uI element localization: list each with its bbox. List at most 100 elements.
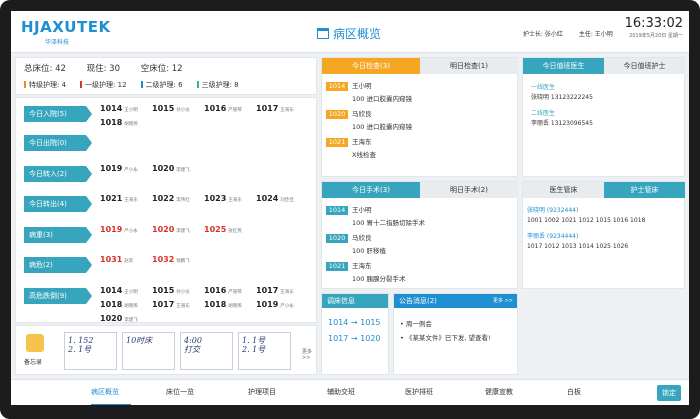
tab-tomorrow-exam[interactable]: 明日检查(1) — [420, 58, 518, 74]
event-tag[interactable]: 今日转出(4) — [24, 196, 92, 212]
bed-entry[interactable]: 1018 胡晓燕 — [204, 299, 256, 313]
lock-button[interactable]: 锁定 — [657, 385, 681, 401]
event-beds: 1031 赵欢 1032 钱鹏飞 — [100, 254, 320, 268]
nav-active-indicator — [91, 404, 131, 405]
ward-icon — [317, 28, 329, 39]
bed-entry[interactable]: 1021 王海东 — [100, 193, 152, 207]
memo-note[interactable]: 10时床 — [122, 332, 175, 370]
clock-date: 2019年5月20日 星期一 — [629, 33, 683, 39]
event-row: 病危(2) 1031 赵欢 1032 钱鹏飞 — [24, 255, 316, 273]
nav-ward-overview[interactable]: 病区概览 — [91, 387, 119, 397]
event-tag[interactable]: 今日入院(5) — [24, 106, 92, 122]
event-row: 今日转入(2) 1019 严小永 1020 李建飞 — [24, 163, 316, 182]
manager-group: 李丽丢 (9234444) 1017 1012 1013 1014 1025 10… — [527, 233, 629, 250]
bed-entry[interactable]: 1025 张红燕 — [204, 224, 256, 238]
memo-panel: 备忘录 1. 152 2. 1号 10时床 4:00 打交 1. 1号 2. 1… — [15, 325, 317, 375]
bed-entry[interactable]: 1019 严小永 — [256, 299, 308, 313]
nav-health-edu[interactable]: 健康宣教 — [485, 387, 513, 397]
tab-tomorrow-surgery[interactable]: 明日手术(2) — [420, 182, 518, 198]
nav-handover[interactable]: 辅助交班 — [327, 387, 355, 397]
transfer-title: 调床信息 — [322, 294, 388, 308]
bed-entry[interactable]: 1017 王海东 — [256, 103, 308, 117]
brand-sub: 华泽科技 — [45, 39, 70, 46]
memo-more-link[interactable]: 更多 >> — [302, 348, 316, 361]
tab-today-exam[interactable]: 今日检查(3) — [322, 58, 420, 74]
page-title-text: 病区概览 — [333, 27, 382, 41]
tab-doctor-beds[interactable]: 医生管床 — [523, 182, 604, 198]
check-row[interactable]: 1020 马欣良 100 进口胶囊内窥镜 — [326, 108, 515, 131]
tab-nurse-beds[interactable]: 护士管床 — [604, 182, 685, 198]
care-level: 特级护理: 4 — [24, 81, 66, 89]
bed-entry[interactable]: 1020 李建飞 — [152, 163, 204, 177]
bed-entry[interactable]: 1019 严小永 — [100, 163, 152, 177]
notice-item[interactable]: • 《某某文件》已下发, 望查看! — [400, 332, 491, 342]
bed-transfer-panel: 调床信息 1014 → 1015 1017 → 1020 — [321, 293, 389, 375]
event-tag[interactable]: 病重(3) — [24, 227, 92, 243]
event-beds: 1021 王海东 1022 李伟红 1023 王海东 1024 刘佳佳 — [100, 193, 320, 207]
nav-bed-list[interactable]: 床位一览 — [166, 387, 194, 397]
check-row[interactable]: 1021 王海东 X线检查 — [326, 136, 515, 159]
doctor-role: 一线医生 — [531, 84, 556, 91]
event-tag[interactable]: 高危跌倒(9) — [24, 288, 92, 304]
bed-manager-panel: 医生管床 护士管床 张晓明 (9232444) 1001 1002 1021 10… — [522, 181, 685, 289]
transfer-row[interactable]: 1014 → 1015 — [328, 318, 381, 327]
event-row: 今日转出(4) 1021 王海东 1022 李伟红 1023 王海东 1024 刘佳佳 — [24, 194, 316, 212]
transfer-row[interactable]: 1017 → 1020 — [328, 334, 381, 343]
bed-entry[interactable]: 1020 李建飞 — [152, 224, 204, 238]
clock-time: 16:33:02 — [624, 16, 683, 31]
event-tag[interactable]: 今日出院(0) — [24, 135, 92, 151]
tab-duty-nurse[interactable]: 今日值班护士 — [604, 58, 685, 74]
bed-entry[interactable]: 1016 严丽琴 — [204, 103, 256, 117]
memo-note[interactable]: 1. 1号 2. 1号 — [238, 332, 291, 370]
bed-entry[interactable]: 1031 赵欢 — [100, 254, 152, 268]
director: 主任: 王小明 — [578, 31, 613, 38]
staff-info: 护士长: 张小红 主任: 王小明 — [523, 29, 627, 38]
memo-note[interactable]: 1. 152 2. 1号 — [64, 332, 117, 370]
memo-icon[interactable] — [26, 334, 44, 352]
tab-today-surgery[interactable]: 今日手术(3) — [322, 182, 420, 198]
event-tag[interactable]: 今日转入(2) — [24, 166, 92, 182]
event-row: 高危跌倒(9) 1014 王小明 1015 孙小龙 1016 严丽琴 1017 王海东1018 胡… — [24, 285, 316, 323]
bed-entry[interactable]: 1024 刘佳佳 — [256, 193, 308, 207]
bed-entry[interactable]: 1017 王海东 — [152, 299, 204, 313]
memo-note[interactable]: 4:00 打交 — [180, 332, 233, 370]
event-beds: 1014 王小明 1015 孙小龙 1016 严丽琴 1017 王海东 1018 胡晓燕 — [100, 103, 320, 131]
memo-label: 备忘录 — [24, 359, 43, 366]
event-tag[interactable]: 病危(2) — [24, 257, 92, 273]
bed-entry[interactable]: 1017 王海东 — [256, 285, 308, 299]
nav-schedule[interactable]: 医护排班 — [405, 387, 433, 397]
duty-panel: 今日值班医生 今日值班护士 一线医生 张晓明 13123222245 二线医生 … — [522, 57, 685, 177]
bed-entry[interactable]: 1018 胡晓燕 — [100, 117, 152, 131]
tab-duty-doctor[interactable]: 今日值班医生 — [523, 58, 604, 74]
exam-panel: 今日检查(3) 明日检查(1) 1014 王小明 100 进口胶囊内窥镜 1020 马欣… — [321, 57, 518, 177]
check-row[interactable]: 1014 王小明 100 进口胶囊内窥镜 — [326, 80, 515, 103]
surgery-row[interactable]: 1014 王小明 100 胃十二指肠切除手术 — [326, 204, 515, 227]
bed-entry[interactable]: 1019 严小永 — [100, 224, 152, 238]
bed-entry[interactable]: 1023 王海东 — [204, 193, 256, 207]
notice-more-link[interactable]: 更多 >> — [493, 294, 513, 308]
surgery-row[interactable]: 1020 马欣良 100 肝移植 — [326, 232, 515, 255]
bed-counts: 总床位: 42 现住: 30 空床位: 12 — [24, 62, 201, 74]
bed-entry[interactable]: 1015 孙小龙 — [152, 103, 204, 117]
head-nurse: 护士长: 张小红 — [523, 31, 563, 38]
surgery-row[interactable]: 1021 王海东 100 胰腺分裂手术 — [326, 260, 515, 283]
screen: HJAXUTEK 华泽科技 病区概览 护士长: 张小红 主任: 王小明 16:3… — [11, 11, 689, 405]
bed-entry[interactable]: 1018 胡晓燕 — [100, 299, 152, 313]
events-panel: 今日入院(5) 1014 王小明 1015 孙小龙 1016 严丽琴 1017 王海东1018 胡… — [15, 97, 317, 323]
nav-whiteboard[interactable]: 白板 — [567, 387, 581, 397]
bed-entry[interactable]: 1014 王小明 — [100, 103, 152, 117]
bed-entry[interactable]: 1015 孙小龙 — [152, 285, 204, 299]
bed-entry[interactable]: 1014 王小明 — [100, 285, 152, 299]
bed-entry[interactable]: 1022 李伟红 — [152, 193, 204, 207]
nav-nursing[interactable]: 护理项目 — [248, 387, 276, 397]
care-level: 三级护理: 8 — [196, 81, 239, 89]
bed-entry[interactable]: 1016 严丽琴 — [204, 285, 256, 299]
notice-item[interactable]: • 周一例会 — [400, 318, 432, 328]
manager-group: 张晓明 (9232444) 1001 1002 1021 1012 1015 10… — [527, 207, 646, 224]
bed-entry[interactable]: 1032 钱鹏飞 — [152, 254, 204, 268]
header: HJAXUTEK 华泽科技 病区概览 护士长: 张小红 主任: 王小明 16:3… — [11, 11, 689, 53]
clock: 16:33:02 2019年5月20日 星期一 — [625, 16, 683, 39]
bottom-nav: 病区概览 床位一览 护理项目 辅助交班 医护排班 健康宣教 白板 锁定 — [11, 379, 689, 405]
notice-title: 公告消息(2) 更多 >> — [394, 294, 517, 308]
device-bezel: HJAXUTEK 华泽科技 病区概览 护士长: 张小红 主任: 王小明 16:3… — [0, 0, 700, 419]
